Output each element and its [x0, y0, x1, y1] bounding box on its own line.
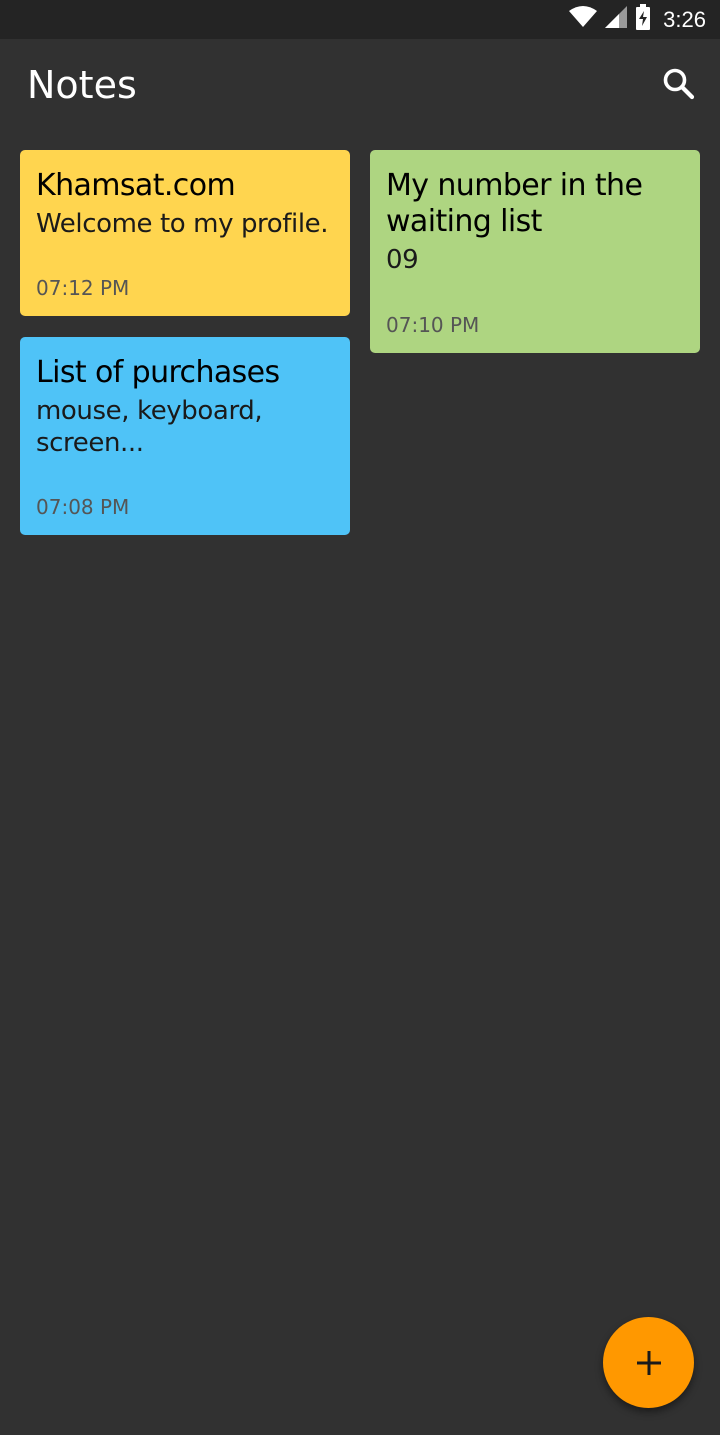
note-body: 09: [386, 245, 419, 275]
status-icons: 3:26: [569, 0, 706, 39]
status-time: 3:26: [663, 6, 706, 32]
note-time: 07:12 PM: [36, 276, 130, 300]
signal-icon: [605, 6, 628, 33]
note-title: Khamsat.com: [36, 168, 236, 203]
add-note-button[interactable]: [603, 1317, 694, 1408]
note-time: 07:10 PM: [386, 313, 480, 337]
note-body: Welcome to my profile.: [36, 209, 329, 239]
search-button[interactable]: [662, 67, 696, 101]
wifi-icon: [569, 6, 598, 33]
note-title: My number in the waiting list: [386, 168, 643, 239]
note-title: List of purchases: [36, 355, 280, 390]
search-icon: [663, 68, 695, 100]
note-card-waiting-list[interactable]: My number in the waiting list 09 07:10 P…: [370, 150, 700, 353]
note-time: 07:08 PM: [36, 495, 130, 519]
battery-charging-icon: [635, 4, 651, 35]
page-title: Notes: [27, 63, 137, 107]
note-card-khamsat[interactable]: Khamsat.com Welcome to my profile. 07:12…: [20, 150, 350, 316]
app-bar: Notes: [0, 39, 720, 131]
note-card-purchases[interactable]: List of purchases mouse, keyboard, scree…: [20, 337, 350, 535]
note-body: mouse, keyboard, screen...: [36, 396, 263, 458]
plus-icon: [636, 1350, 661, 1375]
status-bar: 3:26: [0, 0, 720, 39]
